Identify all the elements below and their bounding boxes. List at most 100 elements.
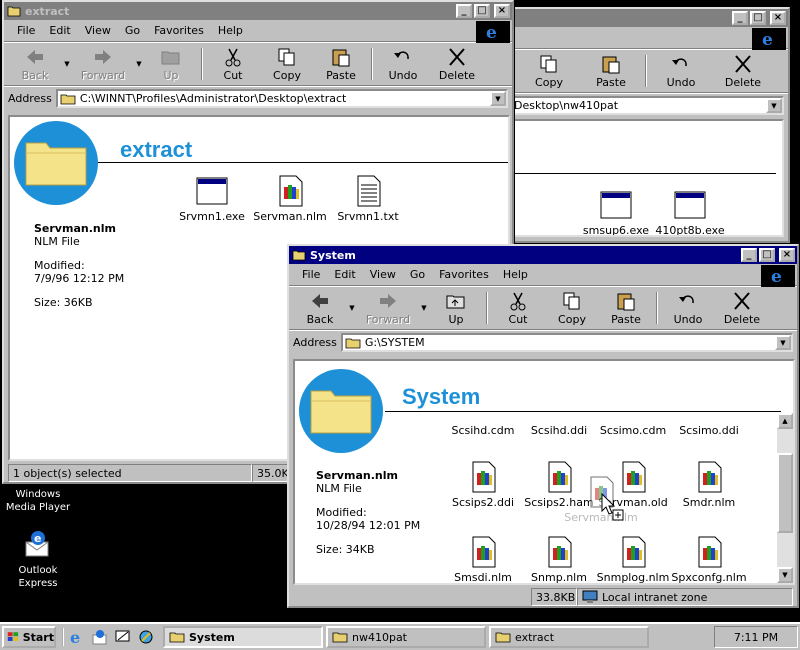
folder-icon — [7, 6, 21, 17]
desktop-icon-outlook-express[interactable]: e Outlook Express — [0, 528, 76, 590]
file-item[interactable]: Scsihd.ddi — [521, 424, 597, 438]
address-field[interactable]: G:\SYSTEM ▼ — [340, 333, 793, 352]
file-item[interactable]: Srvmn1.txt — [330, 175, 406, 223]
titlebar[interactable]: _ □ × — [490, 9, 788, 27]
desktop-icon-media-player[interactable]: Windows Media Player — [0, 488, 76, 514]
close-button[interactable]: × — [494, 4, 510, 18]
scroll-down-button[interactable]: ▼ — [777, 567, 793, 583]
menu-edit[interactable]: Edit — [42, 24, 77, 37]
forward-button[interactable]: Forward — [357, 288, 419, 328]
maximize-button[interactable]: □ — [750, 11, 766, 25]
cut-button[interactable]: Cut — [491, 288, 545, 328]
window-system[interactable]: System _ □ × File Edit View Go Favorites… — [287, 244, 799, 608]
menu-view[interactable]: View — [363, 268, 403, 281]
chevron-down-icon[interactable]: ▼ — [347, 304, 357, 312]
nlm-file-icon — [698, 536, 722, 568]
delete-button[interactable]: Delete — [430, 44, 484, 84]
maximize-button[interactable]: □ — [759, 248, 775, 262]
menu-favorites[interactable]: Favorites — [147, 24, 211, 37]
file-item[interactable]: Smdr.nlm — [671, 461, 747, 509]
chevron-down-icon[interactable]: ▼ — [62, 60, 72, 68]
paste-icon — [602, 56, 620, 73]
titlebar[interactable]: System _ □ × — [289, 246, 797, 264]
undo-button[interactable]: Undo — [661, 288, 715, 328]
cut-button[interactable]: Cut — [206, 44, 260, 84]
address-field[interactable]: Desktop\nw410pat ▼ — [510, 96, 784, 115]
minimize-button[interactable]: _ — [456, 4, 472, 18]
file-item[interactable]: Scsimo.ddi — [671, 424, 747, 438]
clock-label: 7:11 PM — [733, 630, 779, 644]
status-size: 33.8KB — [531, 588, 577, 606]
scroll-up-button[interactable]: ▲ — [777, 413, 793, 429]
back-button[interactable]: Back — [8, 44, 62, 84]
menu-help[interactable]: Help — [496, 268, 535, 281]
delete-button[interactable]: Delete — [712, 51, 774, 91]
close-button[interactable]: × — [770, 11, 786, 25]
copy-button[interactable]: Copy — [518, 51, 580, 91]
paste-button[interactable]: Paste — [314, 44, 368, 84]
view-title: System — [402, 384, 481, 409]
undo-button[interactable]: Undo — [376, 44, 430, 84]
chevron-down-icon[interactable]: ▼ — [134, 60, 144, 68]
minimize-button[interactable]: _ — [732, 11, 748, 25]
channels-icon[interactable] — [137, 628, 155, 646]
file-item[interactable]: Scsips2.ddi — [445, 461, 521, 509]
file-item[interactable]: smsup6.exe — [578, 189, 654, 235]
show-desktop-icon[interactable] — [114, 628, 132, 646]
file-item[interactable]: Smsdi.nlm — [445, 536, 521, 583]
up-button[interactable]: Up — [429, 288, 483, 328]
delete-button[interactable]: Delete — [715, 288, 769, 328]
undo-label: Undo — [666, 75, 696, 89]
menu-favorites[interactable]: Favorites — [432, 268, 496, 281]
maximize-button[interactable]: □ — [474, 4, 490, 18]
menu-view[interactable]: View — [78, 24, 118, 37]
back-button[interactable]: Back — [293, 288, 347, 328]
menu-go[interactable]: Go — [403, 268, 432, 281]
taskbar-button-nw410pat[interactable]: nw410pat — [326, 626, 486, 648]
start-button[interactable]: Start — [2, 626, 56, 648]
menu-file[interactable]: File — [10, 24, 42, 37]
close-button[interactable]: × — [779, 248, 795, 262]
menu-go[interactable]: Go — [118, 24, 147, 37]
scroll-thumb[interactable] — [777, 453, 793, 533]
chevron-down-icon[interactable]: ▼ — [775, 335, 791, 350]
chevron-down-icon[interactable]: ▼ — [766, 98, 782, 113]
svg-text:e: e — [771, 267, 782, 285]
menu-file[interactable]: File — [295, 268, 327, 281]
copy-button[interactable]: Copy — [545, 288, 599, 328]
address-field[interactable]: C:\WINNT\Profiles\Administrator\Desktop\… — [55, 89, 508, 108]
file-item[interactable]: Servman.nlm — [252, 175, 328, 223]
info-size: Size: 36KB — [34, 296, 93, 309]
forward-button[interactable]: Forward — [72, 44, 134, 84]
minimize-button[interactable]: _ — [741, 248, 757, 262]
paste-button[interactable]: Paste — [580, 51, 642, 91]
taskbar-button-extract[interactable]: extract — [489, 626, 649, 648]
chevron-down-icon[interactable]: ▼ — [419, 304, 429, 312]
titlebar[interactable]: extract _ □ × — [4, 2, 512, 20]
undo-button[interactable]: Undo — [650, 51, 712, 91]
chevron-down-icon[interactable]: ▼ — [490, 91, 506, 106]
menu-help[interactable]: Help — [211, 24, 250, 37]
paste-button[interactable]: Paste — [599, 288, 653, 328]
file-item[interactable]: Scsimo.cdm — [595, 424, 671, 438]
system-tray-clock[interactable]: 7:11 PM — [714, 626, 798, 648]
file-item[interactable]: 410pt8b.exe — [652, 189, 728, 235]
window-nw410pat[interactable]: _ □ × e Copy Paste Undo Delete Desktop\n… — [488, 7, 790, 243]
outlook-express-icon[interactable] — [91, 628, 109, 646]
taskbar-button-system[interactable]: System — [163, 626, 323, 648]
copy-button[interactable]: Copy — [260, 44, 314, 84]
file-item[interactable]: Snmplog.nlm — [595, 536, 671, 583]
file-item[interactable]: Snmp.nlm — [521, 536, 597, 583]
paste-label: Paste — [596, 75, 626, 89]
file-label: Smdr.nlm — [682, 496, 736, 509]
desktop-icon-label: Windows Media Player — [5, 489, 71, 513]
up-button[interactable]: Up — [144, 44, 198, 84]
copy-icon — [540, 55, 557, 72]
file-item[interactable]: Spxconfg.nlm — [671, 536, 747, 583]
vertical-scrollbar[interactable]: ▲ ▼ — [777, 413, 793, 583]
menu-edit[interactable]: Edit — [327, 268, 362, 281]
file-item[interactable]: Scsihd.cdm — [445, 424, 521, 438]
undo-label: Undo — [388, 68, 418, 82]
internet-explorer-icon[interactable]: e — [68, 628, 86, 646]
file-item[interactable]: Srvmn1.exe — [174, 175, 250, 223]
